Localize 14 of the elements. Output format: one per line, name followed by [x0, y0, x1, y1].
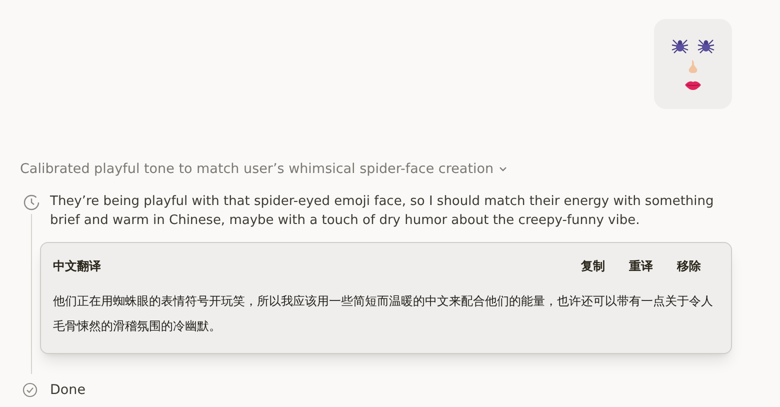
spider-icon	[697, 38, 715, 54]
status-text: Done	[50, 381, 86, 400]
check-circle-icon	[22, 382, 38, 398]
spider-icon	[671, 38, 689, 54]
translation-action[interactable]: 移除	[677, 257, 701, 276]
translation-title: 中文翻译	[53, 258, 102, 276]
nose-icon	[687, 60, 699, 74]
thought-text: They’re being playful with that spider-eyed emoji face, so I should match their energy with something brief and warm in Chinese, maybe with a touch of dry humor about the creepy-funny vibe.	[50, 193, 715, 230]
translation-text: 他们正在用蜘蛛眼的表情符号开玩笑，所以我应该用一些简短而温暖的中文来配合他们的能量，也许还可以带有一点关于令人毛骨悚然的滑稽氛围的冷幽默。	[53, 293, 714, 336]
clock-icon	[22, 194, 40, 212]
translation-action[interactable]: 重译	[629, 257, 653, 276]
lips-icon	[685, 80, 701, 90]
translation-action[interactable]: 复制	[581, 257, 605, 276]
thinking-summary-toggle[interactable]: Calibrated playful tone to match user’s whimsical spider-face creation	[20, 159, 508, 180]
